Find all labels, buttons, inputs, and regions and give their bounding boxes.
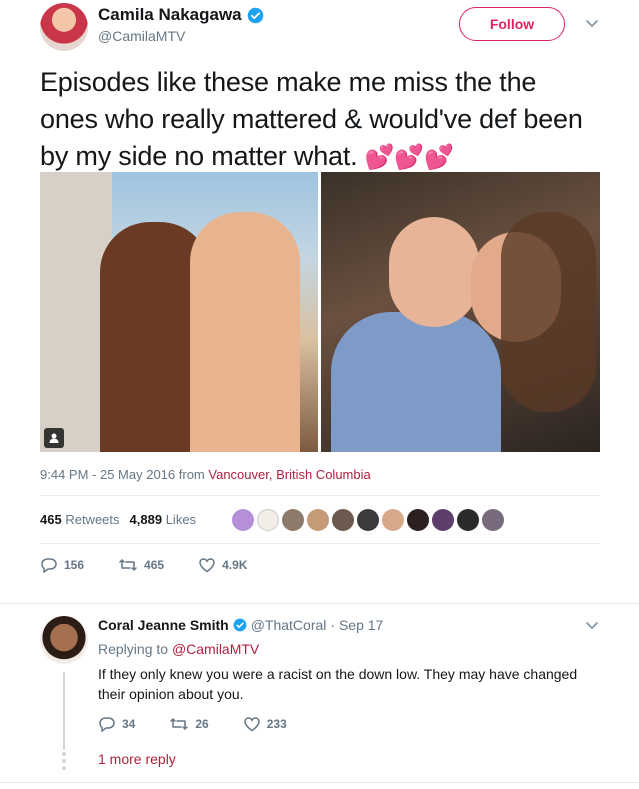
reply-date[interactable]: · Sep 17 (330, 617, 383, 633)
author-handle[interactable]: @CamilaMTV (98, 28, 185, 44)
retweet-icon (119, 559, 137, 571)
tweet-action-bar: 156 465 4.9K (40, 557, 247, 573)
liker-avatar[interactable] (357, 509, 379, 531)
hearts-emoji: 💕💕💕 (364, 144, 454, 171)
thread-line (63, 672, 65, 750)
verified-badge-icon (233, 618, 247, 632)
retweet-icon (170, 718, 189, 730)
likers-avatars (232, 509, 507, 531)
liker-avatar[interactable] (407, 509, 429, 531)
reply-button[interactable]: 156 (40, 557, 84, 573)
reply-chevron-down-icon[interactable] (585, 621, 599, 631)
more-replies-link[interactable]: 1 more reply (98, 751, 176, 767)
like-count: 4.9K (222, 558, 248, 572)
reply-author-avatar[interactable] (40, 616, 88, 664)
reply-reply-button[interactable]: 34 (98, 716, 135, 732)
liker-avatar[interactable] (332, 509, 354, 531)
liker-avatar[interactable] (482, 509, 504, 531)
tweet-text: Episodes like these make me miss the the… (40, 67, 583, 171)
liker-avatar[interactable] (257, 509, 279, 531)
heart-icon (199, 558, 215, 573)
hair-right-shape (501, 212, 596, 412)
reply-action-bar: 34 26 233 (98, 716, 287, 732)
replying-to-line: Replying to @CamilaMTV (98, 641, 259, 657)
retweet-button[interactable]: 465 (118, 557, 164, 573)
retweets-stat[interactable]: 465 Retweets (40, 512, 120, 527)
location-link[interactable]: Vancouver, British Columbia (208, 467, 370, 482)
reply-icon (99, 717, 115, 732)
tweet-photo-left[interactable] (40, 172, 318, 452)
author-avatar[interactable] (40, 3, 88, 51)
likes-label: Likes (165, 512, 197, 527)
retweet-count: 465 (144, 558, 165, 572)
reply-author-handle[interactable]: @ThatCoral (251, 617, 327, 633)
reply-reply-count: 34 (122, 717, 136, 731)
from-label: from (178, 467, 205, 482)
liker-avatar[interactable] (457, 509, 479, 531)
reply-icon (41, 558, 57, 573)
reply-like-count: 233 (266, 717, 287, 731)
verified-badge-icon (247, 7, 263, 23)
tweet-stats: 465 Retweets 4,889 Likes (40, 512, 196, 527)
tweet-text-block: Episodes like these make me miss the the… (40, 64, 600, 176)
replying-to-prefix: Replying to (98, 641, 169, 657)
retweets-count: 465 (40, 512, 62, 527)
reply-retweet-button[interactable]: 26 (169, 716, 209, 732)
reply-count: 156 (64, 558, 85, 572)
divider-bottom (40, 543, 600, 544)
liker-avatar[interactable] (282, 509, 304, 531)
tweet-photo-right[interactable] (321, 172, 600, 452)
divider-top (40, 495, 600, 496)
author-name[interactable]: Camila Nakagawa (98, 5, 242, 25)
tagged-user-icon[interactable] (44, 428, 64, 448)
liker-avatar[interactable] (382, 509, 404, 531)
likes-count: 4,889 (129, 512, 163, 527)
shirt-shape (331, 312, 501, 452)
heart-icon (243, 717, 260, 732)
section-separator (0, 603, 639, 604)
reply-retweet-count: 26 (195, 717, 209, 731)
liker-avatar[interactable] (432, 509, 454, 531)
person-right-shape (190, 212, 300, 452)
like-button[interactable]: 4.9K (198, 557, 247, 573)
liker-avatar[interactable] (232, 509, 254, 531)
bottom-separator (0, 782, 639, 783)
likes-stat[interactable]: 4,889 Likes (130, 512, 197, 527)
replying-to-handle[interactable]: @CamilaMTV (172, 641, 259, 657)
reply-text: If they only knew you were a racist on t… (98, 666, 578, 702)
reply-header: Coral Jeanne Smith @ThatCoral · Sep 17 (98, 617, 383, 633)
thread-dots (62, 752, 66, 770)
reply-like-button[interactable]: 233 (243, 716, 287, 732)
retweets-label: Retweets (65, 512, 120, 527)
author-name-row[interactable]: Camila Nakagawa (98, 5, 264, 25)
tweet-timestamp-line: 9:44 PM - 25 May 2016 from Vancouver, Br… (40, 467, 371, 482)
chevron-down-icon[interactable] (585, 19, 599, 29)
follow-button[interactable]: Follow (459, 7, 565, 41)
tweet-timestamp[interactable]: 9:44 PM - 25 May 2016 (40, 467, 175, 482)
face-left-shape (389, 217, 479, 327)
liker-avatar[interactable] (307, 509, 329, 531)
reply-author-name[interactable]: Coral Jeanne Smith (98, 617, 229, 633)
